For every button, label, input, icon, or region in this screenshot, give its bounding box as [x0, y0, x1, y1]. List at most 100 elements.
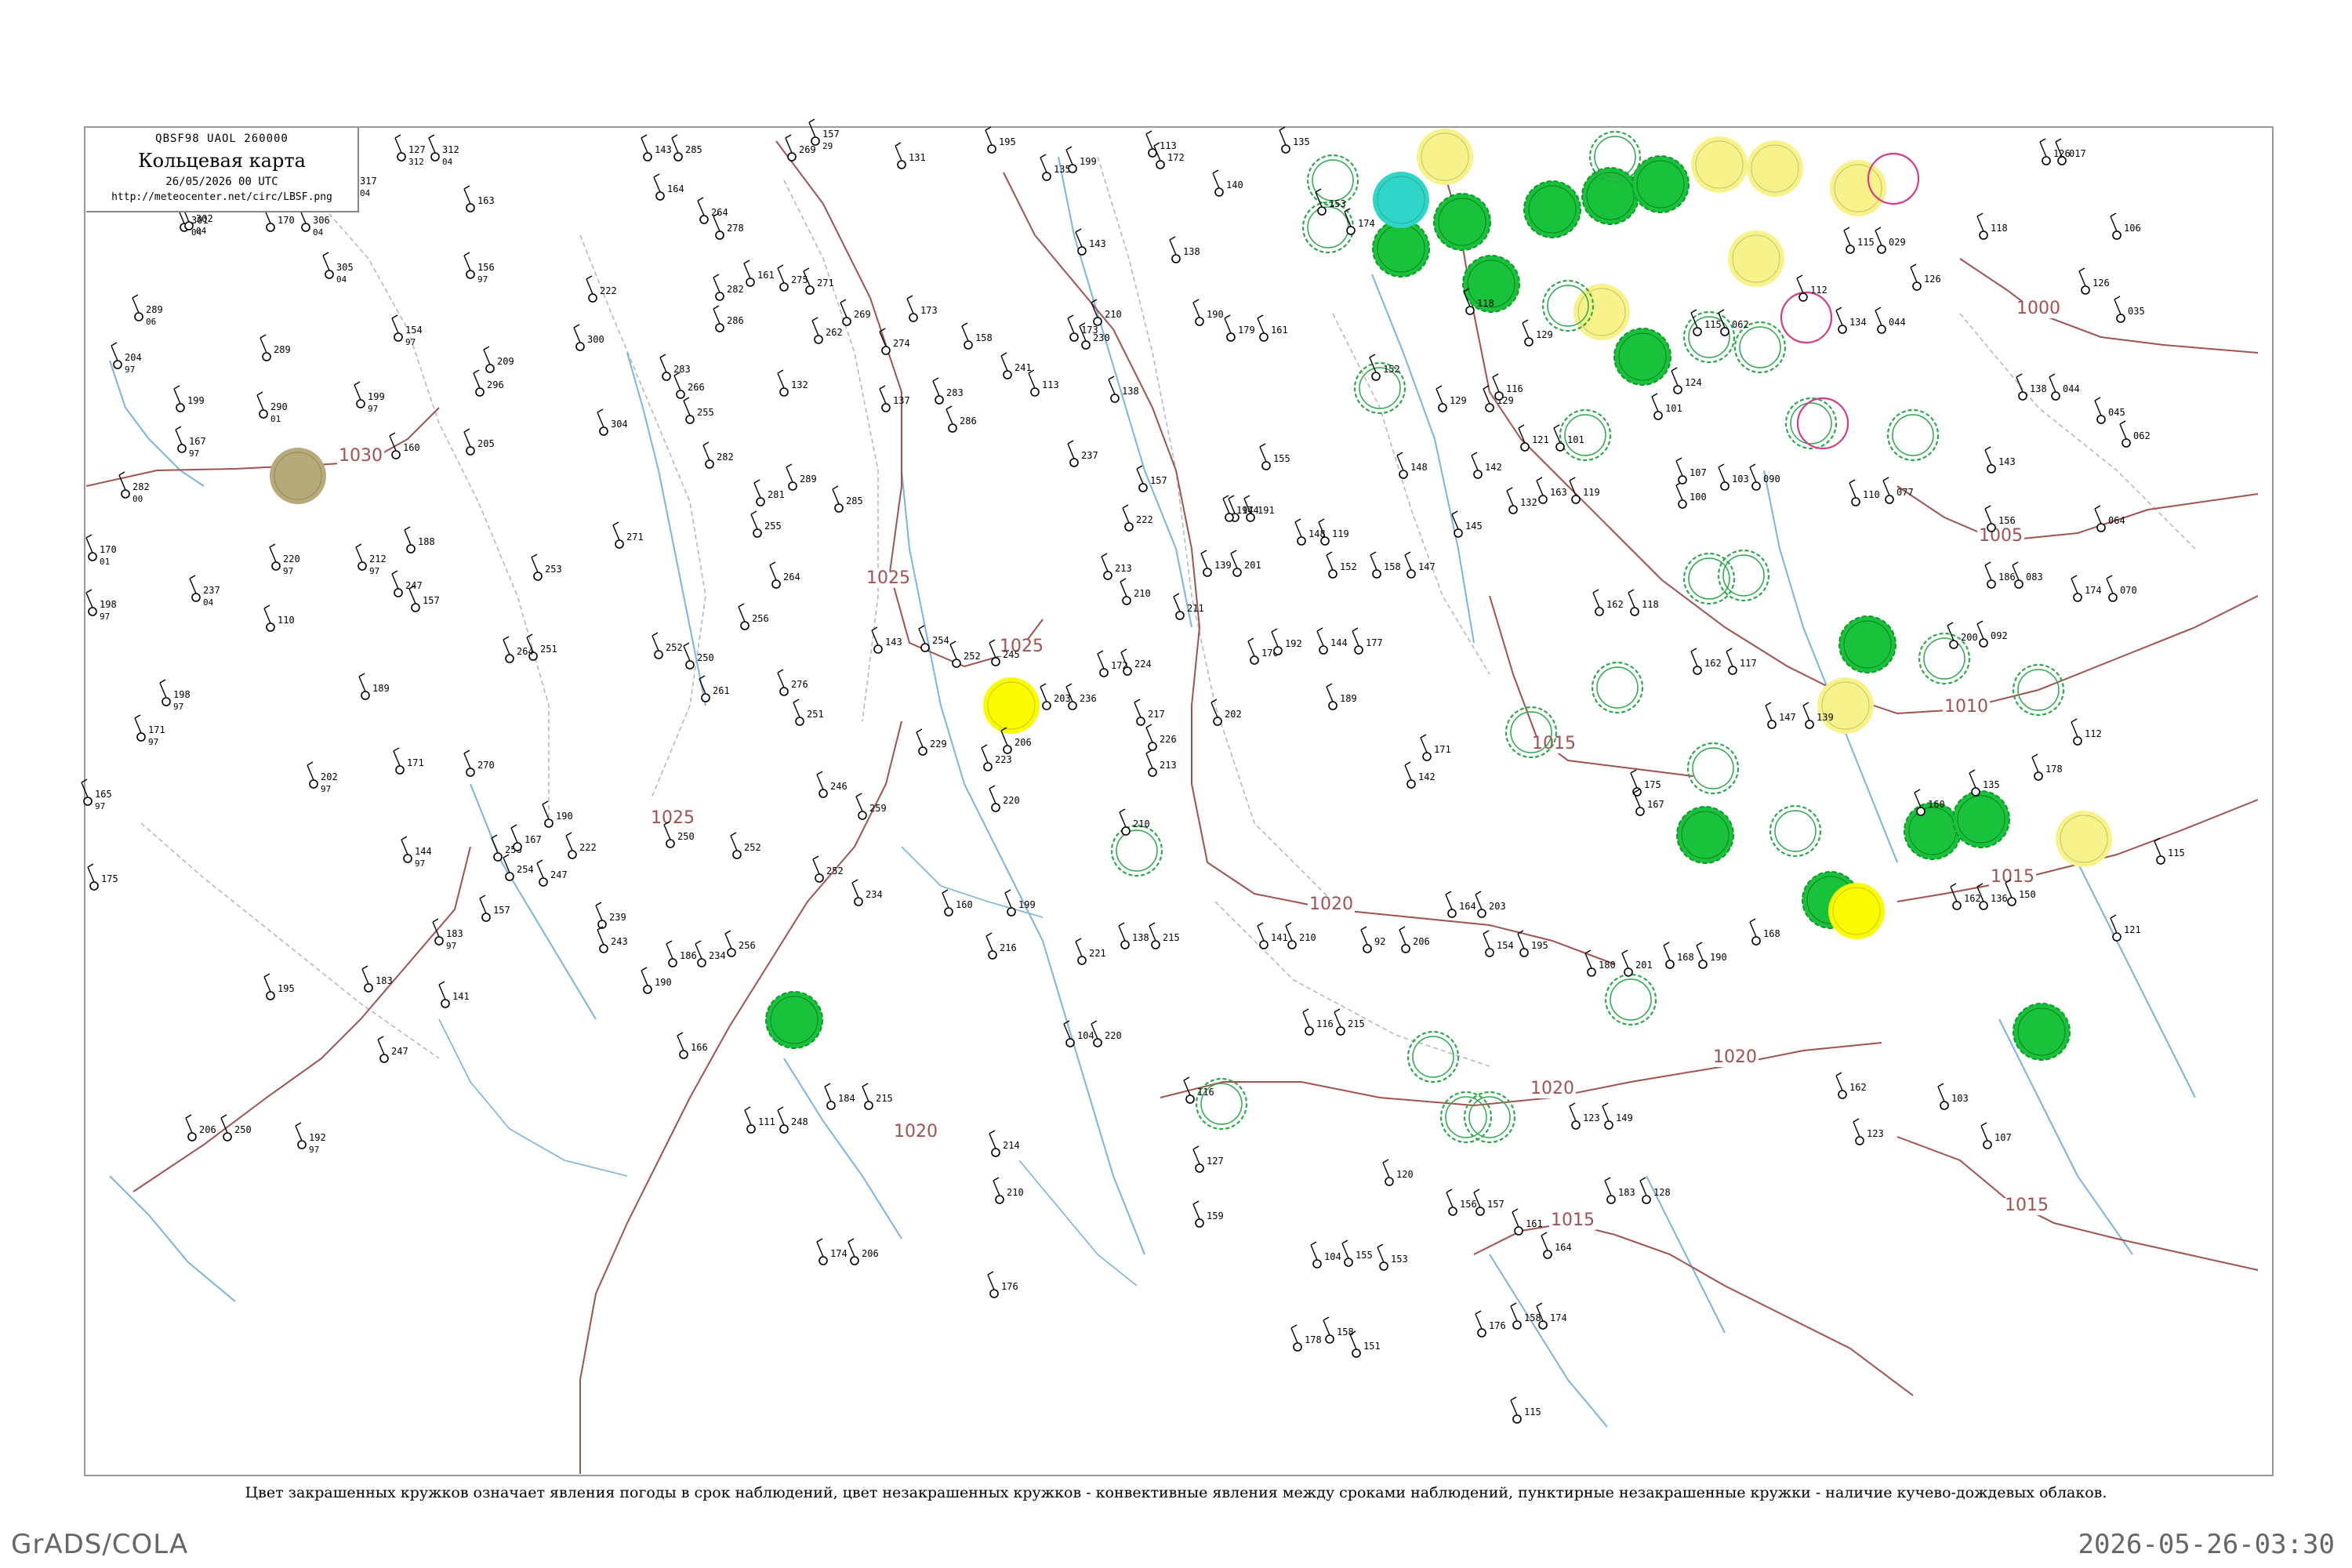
- isobar-label: 1015: [1989, 867, 2036, 887]
- station-pressure: 162: [1704, 658, 1722, 669]
- station-value: 97: [95, 801, 105, 811]
- station-pressure: 156: [1998, 515, 2016, 526]
- map-title: Кольцевая карта: [138, 150, 306, 172]
- station-pressure: 282: [132, 481, 150, 492]
- svg-text:1015: 1015: [2005, 1196, 2049, 1215]
- station-pressure: 223: [995, 754, 1012, 765]
- station-pressure: 157: [1487, 1199, 1504, 1210]
- station-value: 04: [203, 597, 214, 608]
- station-pressure: 126: [1924, 274, 1941, 285]
- weather-circle-fog_light: [1747, 140, 1803, 197]
- station-pressure: 195: [278, 983, 295, 994]
- station-pressure: 178: [2045, 764, 2063, 775]
- station-pressure: 190: [1207, 309, 1224, 320]
- station-pressure: 174: [830, 1248, 848, 1259]
- station-pressure: 029: [1889, 237, 1906, 248]
- station-pressure: 215: [1348, 1018, 1365, 1029]
- station-pressure: 017: [2069, 148, 2086, 159]
- station-pressure: 150: [2019, 889, 2036, 900]
- station-pressure: 143: [1998, 456, 2016, 467]
- station-pressure: 250: [677, 831, 695, 842]
- station-pressure: 183: [446, 928, 463, 939]
- station-pressure: 141: [1271, 932, 1288, 943]
- station-value: 29: [822, 141, 833, 151]
- station-pressure: 198: [100, 599, 117, 610]
- weather-circle-haze: [1828, 883, 1885, 939]
- station-pressure: 070: [2120, 585, 2137, 596]
- station-pressure: 148: [1308, 528, 1326, 539]
- station-pressure: 154: [1497, 940, 1514, 951]
- station-pressure: 167: [524, 834, 542, 845]
- station-pressure: 112: [2085, 728, 2102, 739]
- station-pressure: 171: [148, 724, 165, 735]
- weather-circle-fog_light: [1573, 284, 1630, 340]
- station-pressure: 103: [1951, 1093, 1969, 1104]
- station-pressure: 270: [477, 760, 495, 771]
- source-url: http://meteocenter.net/circ/LBSF.png: [111, 191, 332, 203]
- station-pressure: 132: [791, 379, 808, 390]
- station-value: 312: [408, 157, 424, 167]
- station-pressure: 255: [697, 407, 714, 418]
- station-pressure: 183: [1618, 1187, 1635, 1198]
- station-pressure: 162: [1606, 599, 1624, 610]
- station-value: 97: [368, 404, 378, 414]
- station-pressure: 264: [517, 646, 534, 657]
- station-pressure: 289: [146, 304, 163, 315]
- station-pressure: 305: [336, 262, 354, 273]
- station-pressure: 101: [1567, 434, 1584, 445]
- station-pressure: 158: [975, 332, 993, 343]
- station-pressure: 282: [717, 452, 734, 463]
- station-pressure: 161: [1526, 1218, 1543, 1229]
- map-datetime: 26/05/2026 00 UTC: [165, 176, 278, 188]
- station-value: 06: [146, 317, 156, 327]
- station-pressure: 199: [1080, 156, 1097, 167]
- station-value: 01: [270, 414, 281, 424]
- station-pressure: 143: [655, 144, 672, 155]
- station-pressure: 215: [1163, 932, 1180, 943]
- station-value: 04: [313, 227, 324, 238]
- station-pressure: 116: [1197, 1087, 1214, 1098]
- station-pressure: 176: [1001, 1281, 1018, 1292]
- station-value: 97: [148, 737, 158, 747]
- svg-text:1010: 1010: [1944, 697, 1988, 717]
- station-pressure: 173: [1081, 325, 1098, 336]
- station-pressure: 152: [1340, 561, 1357, 572]
- station-pressure: 174: [1358, 218, 1375, 229]
- station-pressure: 237: [203, 585, 220, 596]
- station-value: 97: [309, 1145, 319, 1155]
- station-pressure: 213: [1160, 760, 1177, 771]
- footer-timestamp: 2026-05-26-03:30: [2078, 1529, 2335, 1560]
- station-pressure: 195: [999, 136, 1016, 147]
- bulletin-code: QBSF98 UAOL 260000: [155, 132, 289, 145]
- station-pressure: 174: [1550, 1312, 1567, 1323]
- station-pressure: 168: [1763, 928, 1780, 939]
- isobar-label: 1015: [1530, 734, 1577, 753]
- station-pressure: 250: [234, 1124, 252, 1135]
- isobar-label: 1020: [1711, 1047, 1759, 1067]
- station-pressure: 166: [691, 1042, 708, 1053]
- station-pressure: 262: [826, 327, 843, 338]
- station-pressure: 143: [1089, 238, 1106, 249]
- station-value: 97: [100, 612, 110, 622]
- station-pressure: 296: [487, 379, 504, 390]
- station-pressure: 092: [1991, 630, 2008, 641]
- station-pressure: 158: [1384, 561, 1401, 572]
- station-pressure: 306: [313, 215, 330, 226]
- station-pressure: 252: [666, 642, 683, 653]
- station-pressure: 206: [1413, 936, 1430, 947]
- station-pressure: 165: [95, 789, 112, 800]
- station-pressure: 138: [2030, 383, 2047, 394]
- weather-circle-rain: [1613, 328, 1671, 386]
- weather-circle-rain: [1904, 802, 1962, 860]
- station-pressure: 191: [1258, 505, 1275, 516]
- weather-circle-fog_light: [1417, 129, 1473, 185]
- station-pressure: 289: [274, 344, 291, 355]
- station-pressure: 206: [1014, 737, 1032, 748]
- station-pressure: 256: [752, 613, 769, 624]
- isobar-label: 1015: [1549, 1210, 1596, 1230]
- station-pressure: 104: [1324, 1251, 1341, 1262]
- station-pressure: 171: [407, 757, 424, 768]
- station-value: 04: [196, 226, 207, 236]
- station-pressure: 134: [1849, 317, 1867, 328]
- station-pressure: 302: [196, 213, 213, 224]
